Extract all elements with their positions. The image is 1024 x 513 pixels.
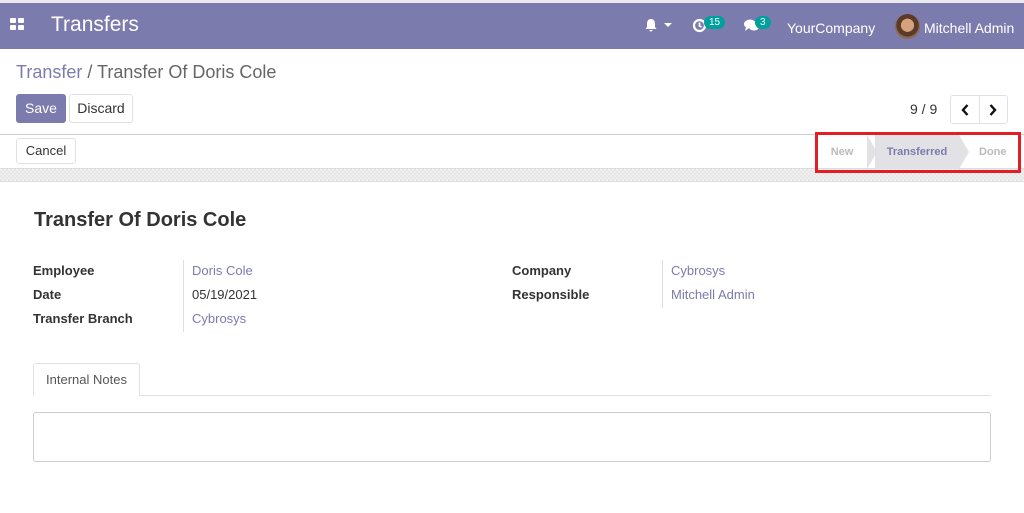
bell-icon[interactable]: [644, 18, 658, 32]
field-label-employee: Employee: [33, 263, 95, 278]
user-menu[interactable]: Mitchell Admin: [924, 20, 1014, 36]
pager-next-button[interactable]: [980, 96, 1008, 123]
company-field[interactable]: Cybrosys: [671, 263, 725, 278]
breadcrumb-separator: /: [82, 62, 98, 82]
navbar: Transfers 15 3 YourCompany Mitchell Admi…: [0, 3, 1024, 49]
breadcrumb: Transfer / Transfer Of Doris Cole: [16, 62, 276, 83]
field-label-responsible: Responsible: [512, 287, 590, 302]
chevron-right-icon: [989, 103, 997, 116]
chevron-down-icon[interactable]: [664, 23, 672, 27]
field-label-transfer-branch: Transfer Branch: [33, 311, 133, 326]
field-divider: [662, 260, 663, 308]
annotation-highlight-box: [815, 132, 1021, 173]
message-count-badge: 3: [755, 16, 771, 29]
activity-count-badge: 15: [704, 16, 726, 29]
cancel-button[interactable]: Cancel: [16, 138, 76, 164]
discard-button[interactable]: Discard: [69, 94, 133, 123]
tab-divider: [139, 395, 991, 396]
field-divider: [183, 260, 184, 332]
apps-menu-icon[interactable]: [10, 18, 25, 31]
record-title: Transfer Of Doris Cole: [34, 209, 247, 231]
company-switcher[interactable]: YourCompany: [787, 20, 875, 36]
date-field[interactable]: 05/19/2021: [192, 287, 257, 302]
user-avatar[interactable]: [895, 14, 920, 39]
internal-notes-input[interactable]: [33, 412, 991, 462]
employee-field[interactable]: Doris Cole: [192, 263, 253, 278]
app-title[interactable]: Transfers: [51, 13, 139, 37]
breadcrumb-current: Transfer Of Doris Cole: [97, 62, 277, 82]
save-button[interactable]: Save: [16, 94, 66, 123]
pager-counter: 9 / 9: [910, 101, 938, 117]
responsible-field[interactable]: Mitchell Admin: [671, 287, 755, 302]
tab-internal-notes[interactable]: Internal Notes: [33, 363, 140, 396]
pager-previous-button[interactable]: [951, 96, 980, 123]
pager-controls: [950, 95, 1008, 124]
chevron-left-icon: [961, 103, 969, 116]
transfer-branch-field[interactable]: Cybrosys: [192, 311, 246, 326]
field-label-date: Date: [33, 287, 62, 302]
field-label-company: Company: [512, 263, 572, 278]
breadcrumb-parent-link[interactable]: Transfer: [16, 62, 82, 82]
